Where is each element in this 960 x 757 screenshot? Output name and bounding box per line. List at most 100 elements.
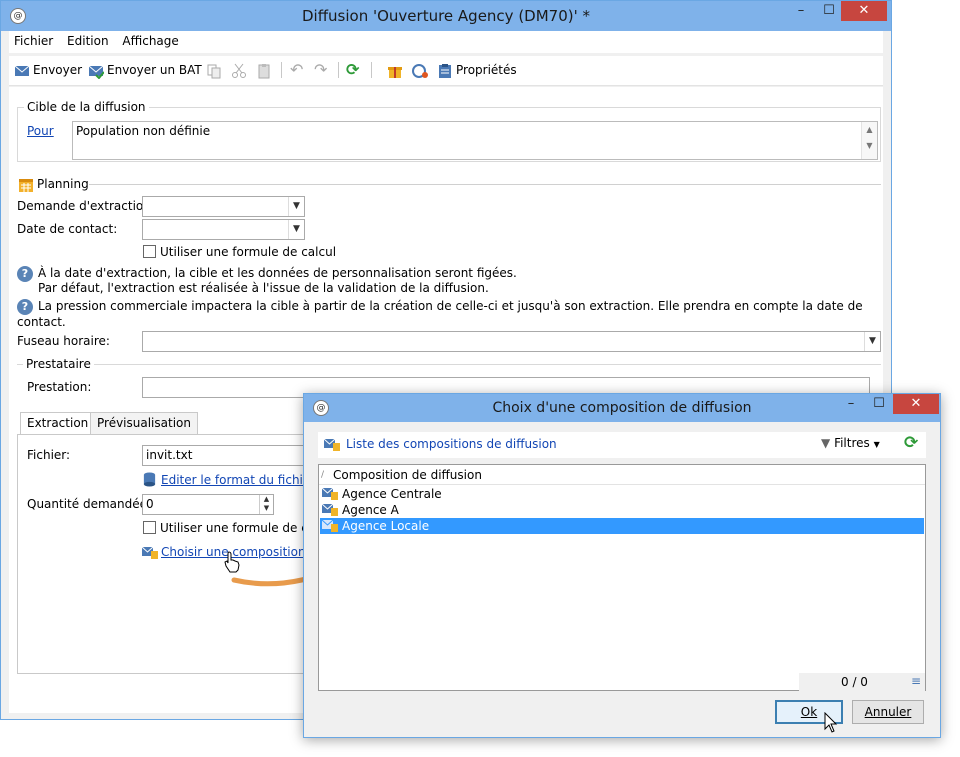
planning-formula-label: Utiliser une formule de calcul <box>160 245 337 259</box>
chevron-down-icon: ▼ <box>873 440 880 449</box>
record-count: 0 / 0 <box>841 675 868 689</box>
help-pressure-text: La pression commerciale impactera la cib… <box>17 299 863 329</box>
population-field[interactable]: Population non définie ▲ ▼ <box>72 121 878 160</box>
help-icon: ? <box>17 299 33 315</box>
envelope-icon <box>14 65 30 76</box>
help-extraction-line1: À la date d'extraction, la cible et les … <box>38 266 517 280</box>
list-header[interactable]: / Composition de diffusion <box>319 465 925 485</box>
contact-date-combo[interactable]: ▼ <box>142 219 305 240</box>
composition-icon <box>322 519 338 532</box>
planning-formula-checkbox[interactable]: Utiliser une formule de calcul <box>143 245 336 259</box>
undo-icon[interactable]: ↶ <box>290 60 306 79</box>
toolbar: Envoyer Envoyer un BAT ↶ ↷ ⟳ Propriétés <box>9 56 883 86</box>
dialog-close-button[interactable]: ✕ <box>893 394 939 414</box>
send-label: Envoyer <box>33 63 83 77</box>
population-scrollbar[interactable]: ▲ ▼ <box>861 122 877 159</box>
toolbar-separator <box>371 62 372 78</box>
properties-button[interactable]: Propriétés <box>437 56 517 84</box>
timezone-combo[interactable]: ▼ <box>142 331 881 352</box>
dialog-minimize-button[interactable]: – <box>837 394 865 414</box>
timezone-label: Fuseau horaire: <box>17 334 110 348</box>
help-icon: ? <box>17 266 33 282</box>
gift-icon[interactable] <box>387 63 403 79</box>
planning-title: Planning <box>37 177 89 191</box>
toolbar-separator <box>338 62 339 78</box>
maximize-button[interactable]: ☐ <box>815 1 843 21</box>
cut-icon[interactable] <box>231 63 247 79</box>
composition-icon <box>322 503 338 516</box>
file-label: Fichier: <box>27 448 71 462</box>
quantity-stepper[interactable]: 0 ▲ ▼ <box>142 494 274 515</box>
envelope-check-icon <box>88 65 104 79</box>
checkbox-box[interactable] <box>143 245 156 258</box>
provider-group-title: Prestataire <box>23 357 94 371</box>
chevron-down-icon: ▼ <box>864 332 880 351</box>
list-item-label: Agence Centrale <box>342 487 442 501</box>
dialog-titlebar[interactable]: @ Choix d'une composition de diffusion –… <box>304 394 940 422</box>
list-item-label: Agence A <box>342 503 399 517</box>
list-item-selected[interactable]: Agence Locale <box>320 518 924 534</box>
cancel-button[interactable]: Annuler <box>852 700 924 724</box>
envelope-list-icon <box>142 546 158 559</box>
ruler-icon[interactable] <box>412 63 429 79</box>
service-label: Prestation: <box>27 380 92 394</box>
composition-list: / Composition de diffusion Agence Centra… <box>318 464 926 691</box>
tab-preview[interactable]: Prévisualisation <box>90 412 198 434</box>
tab-extraction[interactable]: Extraction <box>20 412 96 435</box>
clipboard-icon <box>439 63 451 78</box>
list-config-icon[interactable]: ≡ <box>911 674 921 688</box>
target-group-title: Cible de la diffusion <box>24 100 149 114</box>
redo-icon[interactable]: ↷ <box>314 60 330 79</box>
list-item[interactable]: Agence Centrale <box>320 486 924 502</box>
list-item[interactable]: Agence A <box>320 502 924 518</box>
extraction-formula-checkbox[interactable]: Utiliser une formule de calc <box>143 521 325 535</box>
for-link[interactable]: Pour <box>27 124 54 138</box>
extraction-date-label: Demande d'extraction: <box>17 199 155 213</box>
list-item-label: Agence Locale <box>342 519 430 533</box>
send-proof-label: Envoyer un BAT <box>107 63 202 77</box>
toolbar-separator <box>281 62 282 78</box>
composition-icon <box>322 487 338 500</box>
help-extraction-line2: Par défaut, l'extraction est réalisée à … <box>38 281 489 295</box>
list-footer: 0 / 0 ≡ <box>799 673 925 691</box>
send-button[interactable]: Envoyer <box>14 56 82 84</box>
filters-label: Filtres <box>834 436 870 450</box>
planning-divider <box>89 184 881 185</box>
checkbox-box[interactable] <box>143 521 156 534</box>
edit-format-link[interactable]: Editer le format du fichier d <box>161 473 327 487</box>
sort-icon: / <box>321 470 325 480</box>
list-title: Liste des compositions de diffusion <box>346 437 557 451</box>
pointer-cursor-icon <box>824 712 838 733</box>
calendar-icon <box>19 179 33 192</box>
composition-dialog: @ Choix d'une composition de diffusion –… <box>303 393 941 738</box>
filter-icon: ▼ <box>821 436 831 450</box>
properties-label: Propriétés <box>456 63 517 77</box>
paste-icon[interactable] <box>256 63 272 79</box>
chevron-down-icon: ▼ <box>288 220 304 239</box>
main-titlebar[interactable]: @ Diffusion 'Ouverture Agency (DM70)' * … <box>1 1 891 31</box>
close-button[interactable]: ✕ <box>841 1 887 21</box>
send-proof-button[interactable]: Envoyer un BAT <box>88 56 202 84</box>
menu-bar: Fichier Edition Affichage <box>9 31 883 53</box>
menu-affichage[interactable]: Affichage <box>117 31 183 51</box>
quantity-label: Quantité demandée: <box>27 497 152 511</box>
copy-icon[interactable] <box>206 63 222 79</box>
extraction-formula-label: Utiliser une formule de calc <box>160 521 326 535</box>
contact-date-label: Date de contact: <box>17 222 118 236</box>
quantity-value: 0 <box>146 497 154 511</box>
minimize-button[interactable]: – <box>787 1 815 21</box>
refresh-icon[interactable]: ⟳ <box>346 60 362 79</box>
stepper-arrows[interactable]: ▲ ▼ <box>259 495 273 514</box>
column-header-composition: Composition de diffusion <box>333 468 482 482</box>
dialog-list-toolbar: Liste des compositions de diffusion ▼ Fi… <box>318 432 926 458</box>
help-pressure: ? La pression commerciale impactera la ci… <box>17 299 883 329</box>
file-input[interactable]: invit.txt <box>142 445 312 466</box>
menu-edition[interactable]: Edition <box>62 31 114 51</box>
dialog-maximize-button[interactable]: ☐ <box>865 394 893 414</box>
population-text: Population non définie <box>76 124 211 138</box>
filters-button[interactable]: ▼ Filtres ▼ <box>821 436 880 450</box>
dialog-refresh-icon[interactable]: ⟳ <box>904 433 918 453</box>
database-icon <box>143 472 156 487</box>
extraction-date-combo[interactable]: ▼ <box>142 196 305 217</box>
menu-fichier[interactable]: Fichier <box>9 31 58 51</box>
